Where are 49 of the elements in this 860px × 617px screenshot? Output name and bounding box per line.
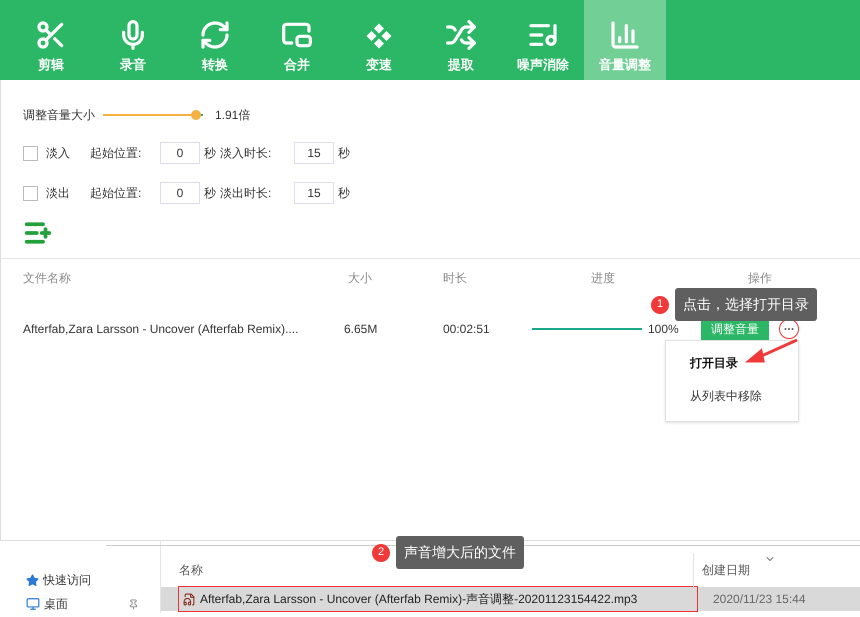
shuffle-icon [445,18,477,50]
desktop-icon [26,597,40,611]
fade-duration-label: 淡出时长: [220,185,272,202]
step-number-badge: 2 [372,544,390,562]
step-number-badge: 1 [651,296,669,314]
menu-item[interactable]: 从列表中移除 [690,387,798,405]
fade-checkbox[interactable] [23,146,38,160]
fade-duration-label: 淡入时长: [220,145,272,162]
sidebar-item[interactable]: 快速访问 [43,571,123,589]
progress-percent: 100% [648,321,679,338]
file-name-cell-text: Afterfab,Zara Larsson - Uncover (Afterfab Remix).... [23,321,300,338]
column-header: 时长 [443,270,468,287]
file-name: Afterfab,Zara Larsson - Uncover (Afterfab Remix)-声音调整-20201123154422.mp3 [200,591,638,608]
file-row[interactable]: Afterfab,Zara Larsson - Uncover (Afterfab Remix)-声音调整-20201123154422.mp3 2020/11/23 15:44 [161,587,860,611]
fade-duration-input[interactable]: 15 [294,182,334,204]
unit-label: 秒 [204,145,216,162]
volume-reading: 1.91倍 [215,107,250,124]
callout-tooltip: 点击，选择打开目录 [675,288,817,321]
file-size-cell-text: 6.65M [344,321,378,338]
unit-label: 秒 [338,185,350,202]
start-position-input[interactable]: 0 [160,182,200,204]
duration-cell-text: 00:02:51 [443,321,491,338]
callout-tooltip: 声音增大后的文件 [396,536,524,569]
fade-label: 淡出 [46,185,71,202]
unit-label: 秒 [338,145,350,162]
menu-item[interactable]: 打开目录 [690,354,798,372]
volume-label: 调整音量大小 [23,107,95,124]
fade-label: 淡入 [46,145,71,162]
sidebar-item[interactable]: 桌面 [44,595,124,613]
column-header: 进度 [590,270,616,287]
diamond-cross-icon [364,20,394,50]
refresh-icon [199,18,231,50]
created-date: 2020/11/23 15:44 [713,591,806,608]
volume-slider-thumb[interactable] [191,110,201,120]
star-icon [26,574,39,586]
pointer-arrow [743,338,799,364]
column-header: 文件名称 [23,270,72,287]
pin-icon [128,598,139,610]
fade-checkbox[interactable] [23,186,38,200]
start-position-input[interactable]: 0 [160,142,200,164]
column-header: 名称 [178,562,204,579]
start-position-label: 起始位置: [90,185,142,202]
bar-chart-icon [609,18,641,50]
column-header: 操作 [747,270,773,287]
audio-file-icon [183,592,196,606]
start-position-label: 起始位置: [90,145,142,162]
unit-label: 秒 [204,185,216,202]
fade-duration-input[interactable]: 15 [294,142,334,164]
column-header: 大小 [348,270,373,287]
